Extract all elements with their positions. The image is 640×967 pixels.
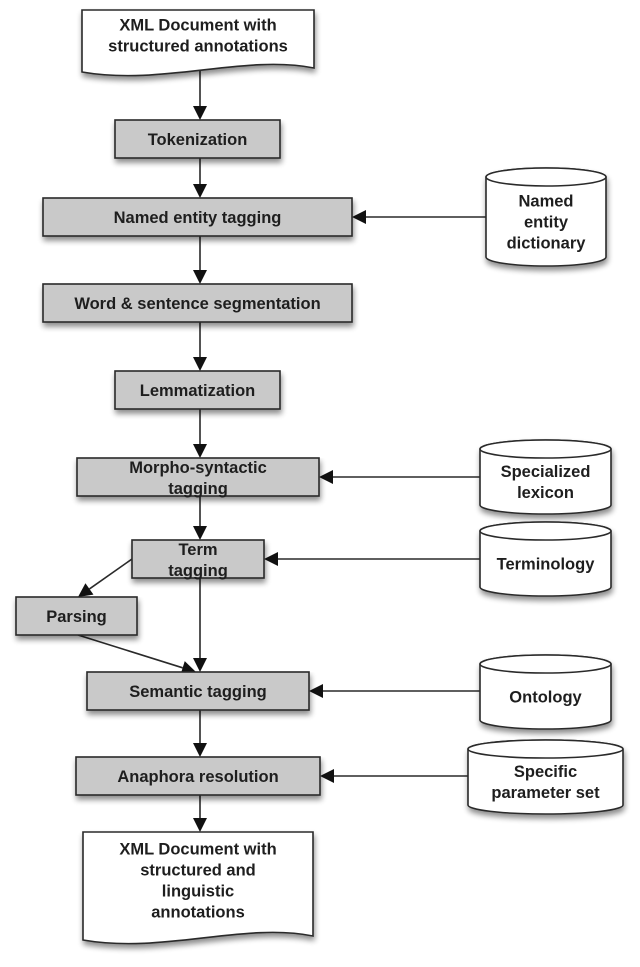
node-term-tagging: Term tagging (131, 539, 265, 580)
datastore-lid (467, 739, 624, 759)
node-label-line: XML Document with (119, 17, 276, 35)
node-label-line: entity (524, 214, 569, 232)
node-label-line: Anaphora resolution (117, 768, 278, 786)
node-label-line: parameter set (491, 784, 600, 802)
node-ontology: Ontology (479, 654, 612, 730)
edge-params-to-anaphora (320, 769, 468, 783)
node-semantic: Semantic tagging (86, 671, 310, 711)
node-morpho: Morpho-syntactic tagging (76, 457, 320, 498)
node-label-line: tagging (168, 480, 228, 498)
arrowhead-icon (309, 684, 323, 698)
node-lemmatization: Lemmatization (114, 370, 281, 410)
edge-anaphora-to-output-doc (193, 795, 207, 832)
arrowhead-icon (193, 818, 207, 832)
node-label-line: lexicon (517, 484, 574, 502)
node-label-line: Terminology (497, 556, 596, 574)
node-label-line: Term (178, 541, 217, 559)
arrowhead-icon (352, 210, 366, 224)
node-params: Specific parameter set (467, 739, 624, 815)
edge-input-doc-to-tokenization (193, 70, 207, 120)
node-input-doc: XML Document with structured annotations (81, 9, 315, 77)
edges-layer (77, 70, 486, 832)
node-lexicon: Specialized lexicon (479, 439, 612, 515)
node-ne-dict: Named entity dictionary (485, 167, 607, 267)
node-parsing: Parsing (15, 596, 138, 636)
node-label-line: tagging (168, 562, 228, 580)
arrowhead-icon (193, 106, 207, 120)
node-label-line: dictionary (507, 235, 587, 253)
node-label-line: annotations (151, 904, 245, 922)
arrowhead-icon (264, 552, 278, 566)
node-label-line: XML Document with (119, 841, 276, 859)
edge-parsing-to-semantic (77, 634, 196, 675)
node-label-line: linguistic (162, 883, 234, 901)
arrowhead-icon (193, 526, 207, 540)
datastore-lid (479, 521, 612, 541)
datastore-lid (479, 654, 612, 674)
edge-morpho-to-term-tagging (193, 496, 207, 540)
node-label-line: Semantic tagging (129, 683, 267, 701)
edge-line (88, 558, 133, 590)
arrowhead-icon (193, 658, 207, 672)
node-tokenization: Tokenization (114, 119, 281, 159)
datastore-lid (485, 167, 607, 187)
edge-lexicon-to-morpho (319, 470, 480, 484)
node-label-line: structured annotations (108, 38, 288, 56)
arrowhead-icon (193, 184, 207, 198)
node-ne-tagging: Named entity tagging (42, 197, 353, 237)
edge-ne-tagging-to-segmentation (193, 236, 207, 284)
node-label-line: Tokenization (148, 131, 248, 149)
edge-term-tagging-to-parsing (78, 558, 133, 597)
node-terminology: Terminology (479, 521, 612, 597)
node-segmentation: Word & sentence segmentation (42, 283, 353, 323)
arrowhead-icon (193, 743, 207, 757)
node-output-doc: XML Document with structured and linguisti… (82, 831, 314, 945)
node-label-line: Specialized (501, 463, 591, 481)
node-label-line: Morpho-syntactic (129, 459, 267, 477)
edge-ne-dict-to-ne-tagging (352, 210, 486, 224)
arrowhead-icon (319, 470, 333, 484)
edge-segmentation-to-lemmatization (193, 322, 207, 371)
arrowhead-icon (320, 769, 334, 783)
node-label-line: structured and (140, 862, 256, 880)
arrowhead-icon (193, 357, 207, 371)
nlp-pipeline-diagram: XML Document with structured annotations T… (15, 9, 624, 945)
node-label-line: Specific (514, 763, 577, 781)
node-label-line: Lemmatization (140, 382, 256, 400)
datastore-lid (479, 439, 612, 459)
nodes-layer: XML Document with structured annotations T… (15, 9, 624, 945)
edge-term-tagging-to-semantic (193, 578, 207, 672)
edge-terminology-to-term-tagging (264, 552, 480, 566)
node-label-line: Parsing (46, 608, 107, 626)
arrowhead-icon (193, 444, 207, 458)
edge-ontology-to-semantic (309, 684, 480, 698)
edge-lemmatization-to-morpho (193, 409, 207, 458)
node-label-line: Named entity tagging (114, 209, 282, 227)
node-label-line: Named (518, 193, 573, 211)
node-label-line: Ontology (509, 689, 582, 707)
edge-line (77, 634, 183, 669)
edge-tokenization-to-ne-tagging (193, 158, 207, 198)
node-label-line: Word & sentence segmentation (74, 295, 320, 313)
node-anaphora: Anaphora resolution (75, 756, 321, 796)
arrowhead-icon (78, 583, 94, 597)
arrowhead-icon (193, 270, 207, 284)
edge-semantic-to-anaphora (193, 710, 207, 757)
